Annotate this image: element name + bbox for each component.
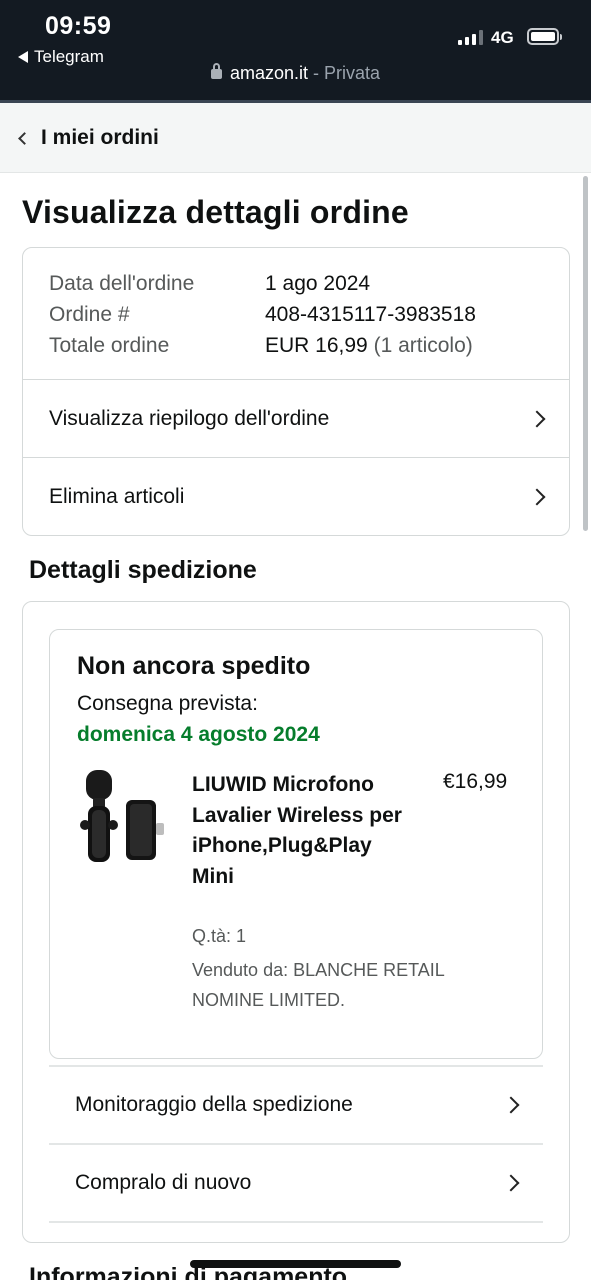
wireless-microphone-product-image[interactable] xyxy=(80,770,168,866)
order-date-value: 1 ago 2024 xyxy=(265,272,371,295)
signal-strength-icon xyxy=(458,30,483,45)
chevron-right-icon xyxy=(528,410,546,427)
product-price: €16,99 xyxy=(443,770,508,793)
order-item-count: (1 articolo) xyxy=(373,334,473,357)
track-shipment-label: Monitoraggio della spedizione xyxy=(75,1093,353,1116)
scrollbar[interactable] xyxy=(583,176,588,531)
shipment-item-box: Non ancora spedito Consegna prevista: do… xyxy=(49,629,543,1059)
divider xyxy=(49,1221,543,1223)
delete-items-link[interactable]: Elimina articoli xyxy=(23,457,569,535)
order-total-amount: EUR 16,99 xyxy=(265,334,368,357)
order-date-row: Data dell'ordine 1 ago 2024 xyxy=(49,268,559,299)
lock-icon xyxy=(210,63,222,79)
shipment-section-title: Dettagli spedizione xyxy=(29,556,257,584)
track-shipment-button[interactable]: Monitoraggio della spedizione xyxy=(49,1065,543,1143)
product-quantity: Q.tà: 1 xyxy=(192,926,247,946)
address-bar[interactable]: amazon.it - Privata xyxy=(0,63,591,84)
delete-items-label: Elimina articoli xyxy=(49,484,185,508)
order-date-label: Data dell'ordine xyxy=(49,272,195,295)
url-domain: amazon.it xyxy=(229,63,308,83)
clock: 09:59 xyxy=(45,12,112,40)
order-info: Data dell'ordine 1 ago 2024 Ordine # 408… xyxy=(49,268,559,361)
order-summary-card: Data dell'ordine 1 ago 2024 Ordine # 408… xyxy=(22,247,570,536)
chevron-right-icon xyxy=(528,488,546,505)
view-order-summary-link[interactable]: Visualizza riepilogo dell'ordine xyxy=(23,379,569,457)
page-title: Visualizza dettagli ordine xyxy=(22,194,409,230)
breadcrumb[interactable]: I miei ordini xyxy=(0,100,591,173)
buy-again-button[interactable]: Compralo di nuovo xyxy=(49,1143,543,1221)
order-total-label: Totale ordine xyxy=(49,334,170,357)
back-to-orders-link[interactable]: I miei ordini xyxy=(41,126,159,150)
chevron-right-icon xyxy=(502,1174,520,1192)
order-number-label: Ordine # xyxy=(49,303,130,326)
order-total-value: EUR 16,99 (1 articolo) xyxy=(265,330,473,361)
view-order-summary-label: Visualizza riepilogo dell'ordine xyxy=(49,406,330,430)
chevron-right-icon xyxy=(502,1096,520,1114)
delivery-label: Consegna prevista: xyxy=(77,692,258,715)
order-number-row: Ordine # 408-4315117-3983518 xyxy=(49,299,559,330)
browsing-mode: Privata xyxy=(324,63,381,83)
shipment-card: Non ancora spedito Consegna prevista: do… xyxy=(22,601,570,1243)
battery-icon xyxy=(527,28,562,45)
order-number-value: 408-4315117-3983518 xyxy=(265,303,476,326)
url-separator: - xyxy=(308,63,324,83)
status-bar: 09:59 Telegram 4G amazon.it - Privata xyxy=(0,0,591,100)
delivery-date: domenica 4 agosto 2024 xyxy=(77,723,320,746)
chevron-left-icon xyxy=(18,131,31,145)
order-total-row: Totale ordine EUR 16,99 (1 articolo) xyxy=(49,330,559,361)
network-type: 4G xyxy=(491,28,514,47)
buy-again-label: Compralo di nuovo xyxy=(75,1171,252,1194)
shipment-status: Non ancora spedito xyxy=(77,652,311,680)
product-seller: Venduto da: BLANCHE RETAIL NOMINE LIMITE… xyxy=(192,960,445,1010)
product-name-link[interactable]: LIUWID Microfono Lavalier Wireless per i… xyxy=(192,770,407,892)
home-indicator[interactable] xyxy=(190,1260,401,1268)
back-triangle-icon xyxy=(18,51,28,63)
